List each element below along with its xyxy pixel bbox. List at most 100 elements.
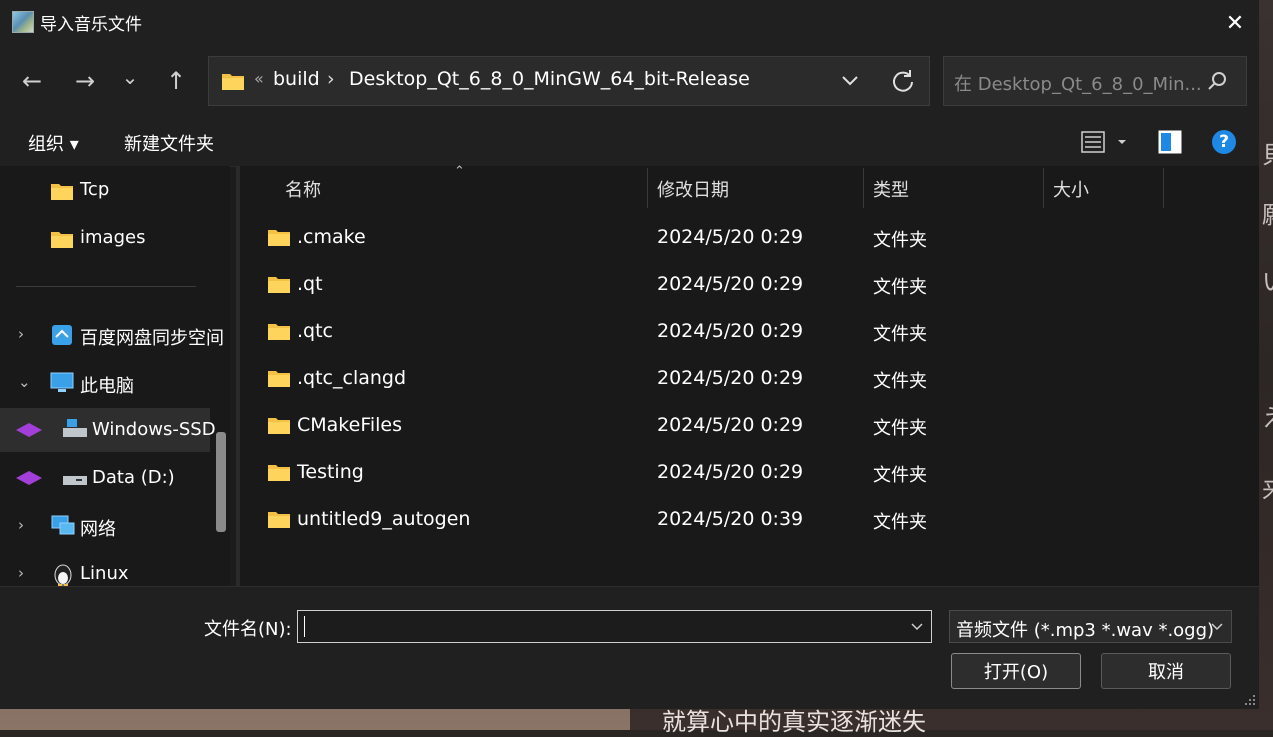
search-placeholder: 在 Desktop_Qt_6_8_0_Min... — [954, 74, 1202, 95]
breadcrumb-separator[interactable]: › — [327, 68, 335, 90]
sidebar-item-label: 百度网盘同步空间 — [80, 328, 224, 349]
file-dialog: 导入音乐文件 ✕ ← → ⌄ ↑ « build › Desktop_Qt_6_… — [0, 0, 1259, 709]
file-row[interactable]: untitled9_autogen 2024/5/20 0:39 文件夹 — [258, 496, 1238, 543]
close-button[interactable]: ✕ — [1212, 0, 1258, 46]
search-icon — [1208, 72, 1226, 90]
filename-label: 文件名(N): — [204, 619, 292, 640]
folder-icon — [268, 230, 290, 246]
address-bar[interactable]: « build › Desktop_Qt_6_8_0_MinGW_64_bit-… — [208, 56, 930, 106]
file-row[interactable]: Testing 2024/5/20 0:29 文件夹 — [258, 449, 1238, 496]
up-button[interactable]: ↑ — [158, 58, 194, 104]
cancel-button[interactable]: 取消 — [1101, 653, 1231, 689]
file-date: 2024/5/20 0:39 — [657, 508, 804, 530]
folder-icon — [268, 371, 290, 387]
onedrive-icon — [16, 471, 42, 485]
text-caret — [304, 616, 305, 637]
column-header-type[interactable]: 类型 — [873, 176, 909, 202]
folder-icon — [268, 418, 290, 434]
filetype-value: 音频文件 (*.mp3 *.wav *.ogg) — [956, 620, 1215, 641]
sidebar-item-linux[interactable]: › Linux — [0, 552, 210, 586]
sidebar-item-tcp[interactable]: Tcp — [0, 168, 210, 212]
resize-grip-icon[interactable] — [1244, 694, 1256, 706]
file-name: untitled9_autogen — [297, 508, 471, 530]
chevron-down-icon[interactable] — [837, 67, 863, 93]
file-date: 2024/5/20 0:29 — [657, 320, 804, 342]
back-button[interactable]: ← — [14, 58, 50, 104]
column-divider[interactable] — [1043, 168, 1044, 208]
linux-icon — [54, 564, 72, 586]
chevron-right-icon[interactable]: › — [18, 564, 24, 582]
file-name: CMakeFiles — [297, 414, 403, 436]
breadcrumb-build[interactable]: build — [273, 68, 320, 90]
sidebar-item-data-d[interactable]: Data (D:) — [0, 456, 210, 500]
network-icon — [51, 515, 75, 535]
sort-ascending-icon: ⌃ — [454, 164, 465, 179]
sidebar-item-this-pc[interactable]: ⌄ 此电脑 — [0, 361, 210, 405]
file-type: 文件夹 — [873, 230, 927, 251]
file-row[interactable]: CMakeFiles 2024/5/20 0:29 文件夹 — [258, 402, 1238, 449]
sidebar-item-label: 此电脑 — [80, 376, 134, 397]
recent-locations-button[interactable]: ⌄ — [112, 54, 148, 100]
folder-icon — [222, 74, 244, 90]
file-type: 文件夹 — [873, 512, 927, 533]
file-date: 2024/5/20 0:29 — [657, 273, 804, 295]
open-button[interactable]: 打开(O) — [951, 653, 1081, 689]
sidebar-item-label: Linux — [80, 563, 129, 584]
file-row[interactable]: .qt 2024/5/20 0:29 文件夹 — [258, 261, 1238, 308]
folder-icon — [268, 465, 290, 481]
sidebar-item-label: Tcp — [80, 179, 110, 200]
drive-icon — [63, 419, 87, 437]
folder-icon — [51, 184, 73, 200]
chevron-down-icon — [1211, 623, 1223, 631]
file-type: 文件夹 — [873, 465, 927, 486]
breadcrumb-current[interactable]: Desktop_Qt_6_8_0_MinGW_64_bit-Release — [349, 68, 750, 90]
file-name: .qtc_clangd — [297, 367, 407, 389]
background-glyph: え — [1262, 398, 1273, 433]
new-folder-button[interactable]: 新建文件夹 — [124, 130, 214, 156]
file-name: Testing — [297, 461, 364, 483]
chevron-right-icon[interactable]: › — [18, 325, 24, 343]
column-header-date[interactable]: 修改日期 — [657, 176, 729, 202]
preview-pane-icon[interactable] — [1156, 128, 1184, 156]
column-divider[interactable] — [1163, 168, 1164, 208]
column-divider[interactable] — [863, 168, 864, 208]
bottom-panel — [0, 586, 1259, 709]
organize-button[interactable]: 组织 ▾ — [28, 130, 79, 156]
column-header-name[interactable]: 名称 — [285, 176, 321, 202]
column-divider[interactable] — [647, 168, 648, 208]
help-button[interactable]: ? — [1212, 130, 1236, 154]
file-type: 文件夹 — [873, 277, 927, 298]
file-row[interactable]: .cmake 2024/5/20 0:29 文件夹 — [258, 214, 1238, 261]
file-date: 2024/5/20 0:29 — [657, 461, 804, 483]
sidebar-item-network[interactable]: › 网络 — [0, 504, 210, 548]
filetype-select[interactable]: 音频文件 (*.mp3 *.wav *.ogg) — [949, 610, 1232, 643]
sidebar-item-windows-ssd[interactable]: Windows-SSD — [0, 408, 216, 452]
file-row[interactable]: .qtc_clangd 2024/5/20 0:29 文件夹 — [258, 355, 1238, 402]
background-glyph: い — [1262, 262, 1273, 297]
folder-icon — [268, 277, 290, 293]
chevron-down-icon[interactable] — [910, 620, 924, 634]
file-type: 文件夹 — [873, 324, 927, 345]
view-options-icon[interactable] — [1078, 128, 1134, 156]
file-row[interactable]: .qtc 2024/5/20 0:29 文件夹 — [258, 308, 1238, 355]
window-title: 导入音乐文件 — [40, 15, 142, 35]
background-glyph: 貝 — [1262, 135, 1273, 170]
filename-input[interactable] — [297, 610, 932, 643]
sidebar-item-baidu-sync[interactable]: › 百度网盘同步空间 — [0, 313, 224, 357]
sidebar-item-images[interactable]: images — [0, 216, 210, 260]
search-box[interactable]: 在 Desktop_Qt_6_8_0_Min... — [943, 56, 1247, 106]
file-date: 2024/5/20 0:29 — [657, 414, 804, 436]
sidebar-item-label: Data (D:) — [92, 467, 175, 488]
folder-icon — [268, 512, 290, 528]
address-overflow[interactable]: « — [254, 69, 264, 88]
computer-icon — [50, 372, 74, 392]
column-header-size[interactable]: 大小 — [1053, 176, 1089, 202]
refresh-icon[interactable] — [889, 67, 917, 95]
chevron-right-icon[interactable]: › — [18, 516, 24, 534]
chevron-down-icon[interactable]: ⌄ — [18, 373, 31, 391]
folder-icon — [268, 324, 290, 340]
background-glyph: 来 — [1262, 470, 1273, 505]
forward-button[interactable]: → — [67, 58, 103, 104]
folder-icon — [51, 232, 73, 248]
sidebar-scrollbar[interactable] — [216, 432, 226, 532]
